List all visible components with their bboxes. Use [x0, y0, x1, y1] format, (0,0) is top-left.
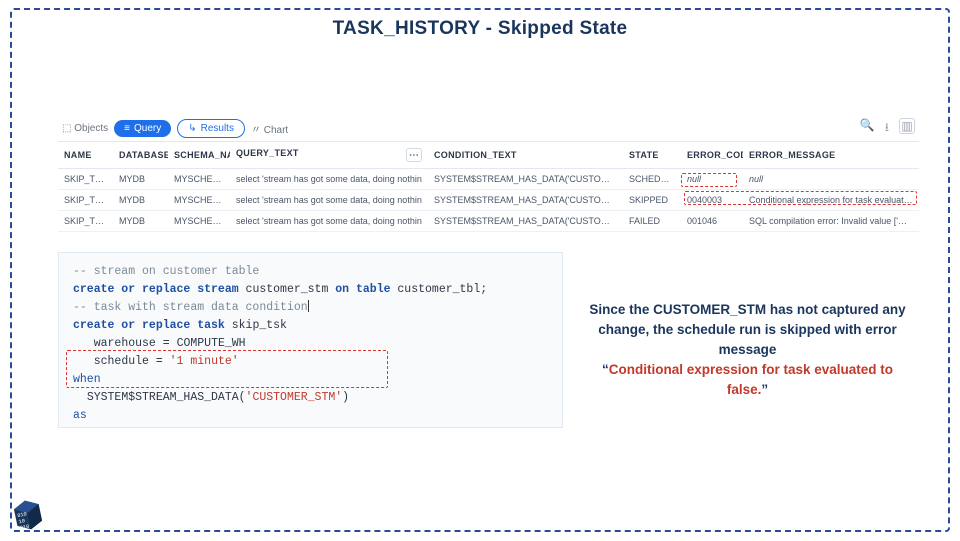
text-cursor-icon: [308, 300, 309, 312]
col-name[interactable]: NAME: [58, 142, 113, 169]
objects-tab[interactable]: ⬚ Objects: [62, 123, 108, 134]
explanation-text: Since the CUSTOMER_STM has not captured …: [585, 300, 910, 400]
columns-icon[interactable]: ▥: [899, 118, 915, 134]
sql-code-block: -- stream on customer table create or re…: [58, 252, 563, 428]
more-icon[interactable]: ⋯: [406, 148, 422, 162]
svg-text:010: 010: [20, 524, 30, 532]
col-query-text[interactable]: QUERY_TEXT⋯: [230, 142, 428, 169]
page-title: TASK_HISTORY - Skipped State: [0, 18, 960, 40]
col-error-code[interactable]: ERROR_CODE: [681, 142, 743, 169]
table-row[interactable]: SKIP_TSKMYDBMYSCHEMA select 'stream has …: [58, 190, 919, 211]
results-tab[interactable]: ↳ Results: [177, 119, 245, 138]
table-row[interactable]: SKIP_TSKMYDBMYSCHEMA select 'stream has …: [58, 211, 919, 232]
brand-cube-icon: 010 10 010: [7, 494, 49, 536]
chart-tab[interactable]: 〃 Chart: [251, 121, 288, 136]
results-panel: ⬚ Objects ≡ Query ↳ Results 〃 Chart 🔍 ⭳ …: [58, 115, 919, 232]
results-toolbar: ⬚ Objects ≡ Query ↳ Results 〃 Chart 🔍 ⭳ …: [58, 115, 919, 141]
col-schema[interactable]: SCHEMA_NA: [168, 142, 230, 169]
col-condition[interactable]: CONDITION_TEXT: [428, 142, 623, 169]
col-state[interactable]: STATE: [623, 142, 681, 169]
col-error-message[interactable]: ERROR_MESSAGE: [743, 142, 919, 169]
download-icon[interactable]: ⭳: [885, 118, 889, 139]
col-database[interactable]: DATABASE_: [113, 142, 168, 169]
table-header-row: NAME DATABASE_ SCHEMA_NA QUERY_TEXT⋯ CON…: [58, 142, 919, 169]
query-tab[interactable]: ≡ Query: [114, 120, 171, 137]
table-row[interactable]: SKIP_TSKMYDBMYSCHEMA select 'stream has …: [58, 169, 919, 190]
search-icon[interactable]: 🔍: [860, 118, 875, 139]
results-table: NAME DATABASE_ SCHEMA_NA QUERY_TEXT⋯ CON…: [58, 141, 919, 232]
